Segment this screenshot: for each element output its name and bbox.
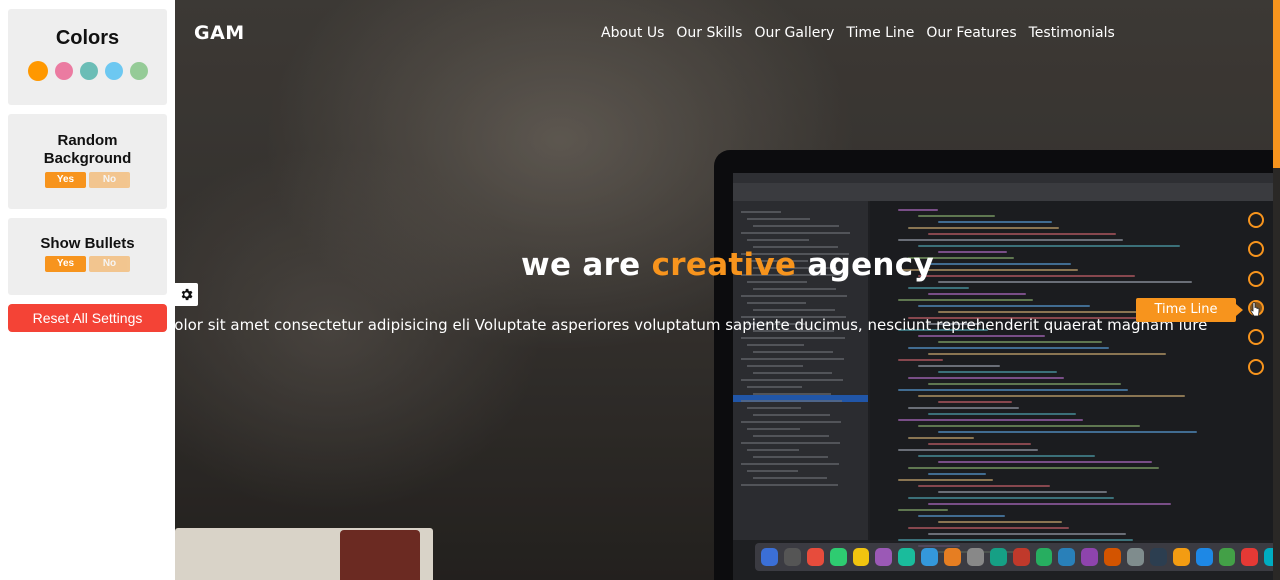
main-nav: About Us Our Skills Our Gallery Time Lin… bbox=[601, 25, 1115, 41]
reset-settings-button[interactable]: Reset All Settings bbox=[8, 304, 167, 332]
random-background-yes-button[interactable]: Yes bbox=[45, 172, 86, 188]
hero-headline: we are creative agency bbox=[175, 247, 1280, 283]
colors-title: Colors bbox=[55, 27, 120, 49]
headline-accent: creative bbox=[651, 247, 797, 283]
nav-our-features[interactable]: Our Features bbox=[926, 25, 1016, 41]
show-bullets-option-box: Show Bullets Yes No bbox=[8, 218, 167, 295]
headline-post: agency bbox=[807, 247, 934, 283]
headline-pre: we are bbox=[521, 247, 641, 283]
settings-panel: Colors Random Background Yes No Show Bul… bbox=[0, 0, 175, 580]
hero-tagline: Lorem ipsum dolor sit amet consectetur a… bbox=[62, 316, 1208, 334]
nav-time-line[interactable]: Time Line bbox=[846, 25, 914, 41]
color-swatch-1[interactable] bbox=[27, 61, 48, 81]
nav-testimonials[interactable]: Testimonials bbox=[1029, 25, 1115, 41]
section-bullet-6[interactable] bbox=[1248, 358, 1264, 375]
show-bullets-no-button[interactable]: No bbox=[89, 256, 130, 272]
color-swatch-2[interactable] bbox=[54, 62, 73, 80]
color-swatch-5[interactable] bbox=[129, 62, 148, 80]
scrollbar-thumb[interactable] bbox=[1273, 0, 1280, 168]
show-bullets-yes-button[interactable]: Yes bbox=[45, 256, 86, 272]
bullet-tooltip: Time Line bbox=[1136, 298, 1243, 322]
gear-icon bbox=[181, 288, 193, 301]
colors-option-box: Colors bbox=[8, 9, 167, 105]
nav-our-gallery[interactable]: Our Gallery bbox=[754, 25, 834, 41]
site-logo[interactable]: GAM bbox=[194, 22, 245, 44]
show-bullets-title: Show Bullets bbox=[40, 235, 135, 252]
random-background-no-button[interactable]: No bbox=[89, 172, 130, 188]
color-swatch-list bbox=[8, 61, 167, 81]
dock-image bbox=[755, 543, 1280, 571]
nav-our-skills[interactable]: Our Skills bbox=[676, 25, 742, 41]
settings-toggle-button[interactable] bbox=[175, 283, 198, 306]
hand-cursor-icon bbox=[1250, 302, 1260, 317]
laptop-screen-image bbox=[733, 173, 1280, 580]
color-swatch-4[interactable] bbox=[104, 62, 123, 80]
section-bullet-1[interactable] bbox=[1248, 212, 1264, 228]
section-bullet-3[interactable] bbox=[1248, 270, 1264, 287]
nav-about-us[interactable]: About Us bbox=[601, 25, 664, 41]
random-background-title: Random Background bbox=[43, 132, 132, 167]
color-swatch-3[interactable] bbox=[79, 62, 98, 80]
random-background-option-box: Random Background Yes No bbox=[8, 114, 167, 209]
